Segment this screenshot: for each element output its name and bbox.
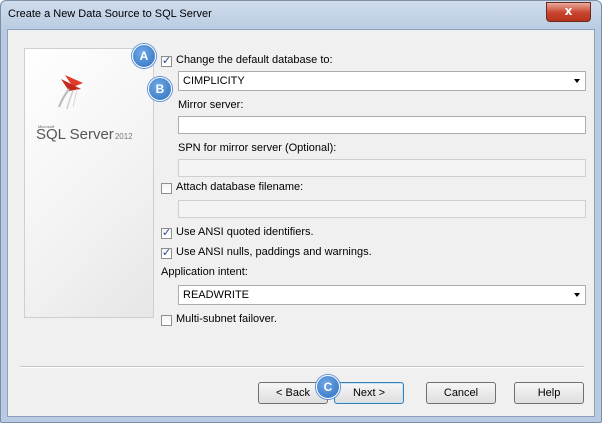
- ansi-nulls-checkbox[interactable]: [161, 246, 172, 259]
- logo-year: 2012: [114, 132, 133, 141]
- attach-database-input[interactable]: [178, 200, 586, 218]
- attach-database-checkbox[interactable]: [161, 183, 172, 194]
- mirror-server-label: Mirror server:: [178, 99, 244, 111]
- dialog-body: Microsoft SQL Server2012 A B Change the …: [7, 29, 595, 417]
- database-combo[interactable]: CIMPLICITY: [178, 71, 586, 91]
- multi-subnet-checkbox[interactable]: [161, 315, 172, 326]
- spn-label: SPN for mirror server (Optional):: [178, 142, 337, 154]
- title-bar: Create a New Data Source to SQL Server x: [1, 1, 601, 29]
- ansi-quoted-label: Use ANSI quoted identifiers.: [176, 226, 314, 238]
- change-database-label: Change the default database to:: [176, 54, 333, 66]
- application-intent-combo[interactable]: READWRITE: [178, 285, 586, 305]
- attach-database-label: Attach database filename:: [176, 181, 304, 193]
- application-intent-value: READWRITE: [183, 289, 249, 301]
- window-title: Create a New Data Source to SQL Server: [8, 8, 212, 20]
- callout-badge-b: B: [148, 77, 172, 101]
- callout-badge-c: C: [316, 375, 340, 399]
- divider: [20, 366, 584, 368]
- spn-input[interactable]: [178, 159, 586, 177]
- logo-product-name: SQL Server2012: [36, 126, 133, 143]
- chevron-down-icon: [574, 293, 580, 297]
- application-intent-label: Application intent:: [161, 266, 248, 278]
- dialog-window: Create a New Data Source to SQL Server x…: [0, 0, 602, 423]
- callout-badge-a: A: [132, 44, 156, 68]
- close-icon: x: [564, 4, 573, 18]
- ansi-nulls-label: Use ANSI nulls, paddings and warnings.: [176, 246, 372, 258]
- chevron-down-icon: [574, 79, 580, 83]
- ansi-quoted-checkbox[interactable]: [161, 226, 172, 239]
- close-button[interactable]: x: [546, 2, 591, 22]
- database-value: CIMPLICITY: [183, 75, 245, 87]
- cancel-button[interactable]: Cancel: [426, 382, 496, 404]
- multi-subnet-label: Multi-subnet failover.: [176, 313, 277, 325]
- mirror-server-input[interactable]: [178, 116, 586, 134]
- help-button[interactable]: Help: [514, 382, 584, 404]
- change-database-checkbox[interactable]: [161, 54, 172, 67]
- next-button[interactable]: Next >: [334, 382, 404, 404]
- sql-server-logo-panel: Microsoft SQL Server2012: [24, 48, 154, 318]
